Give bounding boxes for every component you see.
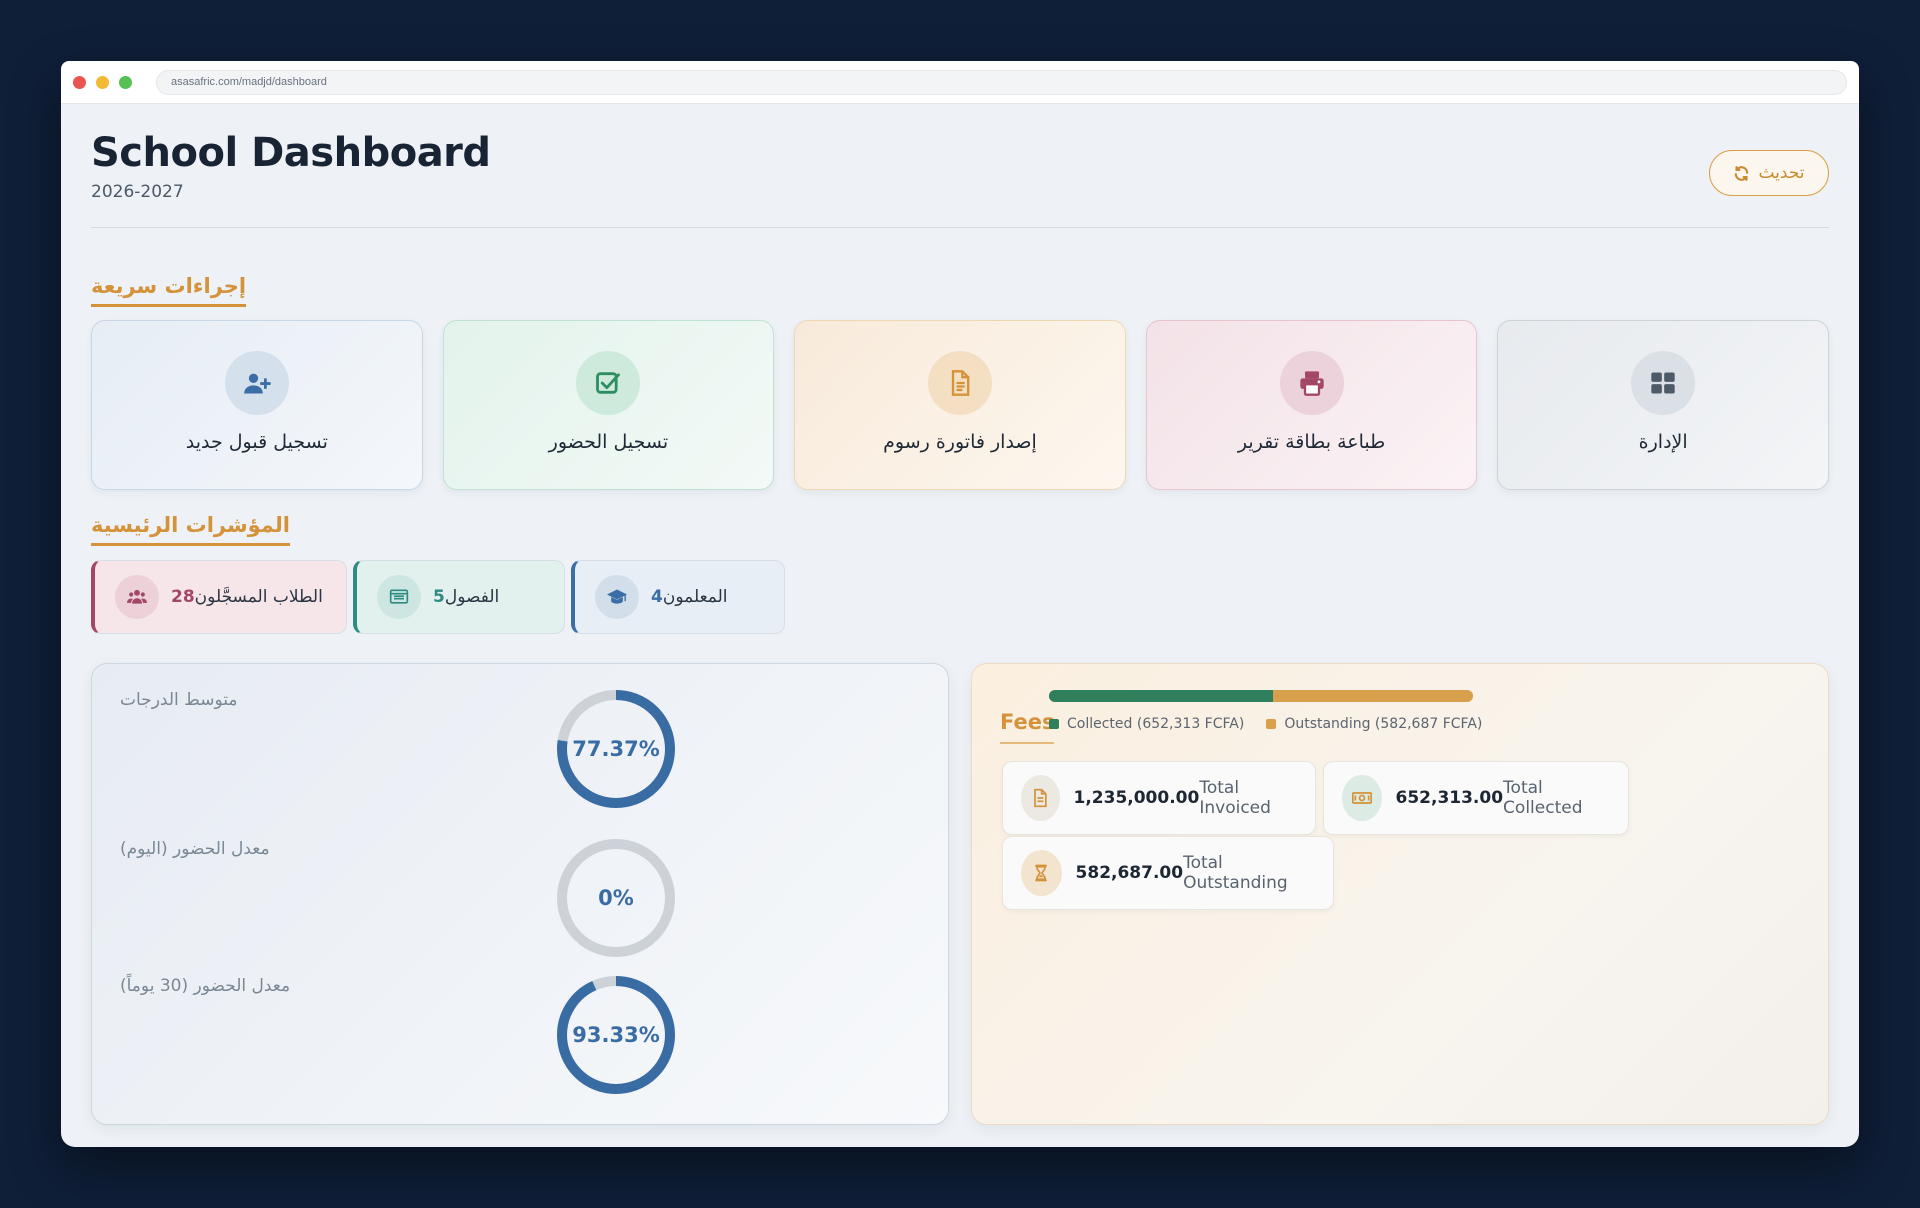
issue-fee-invoice-action[interactable]: إصدار فاتورة رسوم xyxy=(794,320,1126,490)
maximize-window-button[interactable] xyxy=(119,75,132,89)
user-plus-icon xyxy=(243,373,271,394)
legend-label: Collected (652,313 FCFA) xyxy=(1067,716,1245,732)
kpi-classes[interactable]: 5 الفصول xyxy=(353,560,565,634)
fee-value: 1,235,000.00 xyxy=(1073,788,1200,808)
legend-swatch xyxy=(1049,719,1059,729)
kpi-value: 5 xyxy=(433,587,445,607)
minimize-window-button[interactable] xyxy=(96,75,109,89)
grid-icon xyxy=(1651,372,1675,394)
quick-actions-title: إجراءات سريعة xyxy=(91,274,247,307)
refresh-icon xyxy=(1735,165,1749,181)
quick-actions: تسجيل قبول جديد تسجيل الحضور إصدار فاتور… xyxy=(91,320,1829,490)
classroom-icon xyxy=(389,589,409,604)
print-report-card-action[interactable]: طباعة بطاقة تقرير xyxy=(1145,320,1478,490)
attendance-today-gauge: 0% xyxy=(555,837,677,959)
total-invoiced-card[interactable]: 1,235,000.00 Total Invoiced xyxy=(1002,761,1316,835)
browser-window: asasafric.com/madjd/dashboard School Das… xyxy=(61,61,1859,1147)
action-label: تسجيل قبول جديد xyxy=(185,431,328,453)
page-header: School Dashboard 2026-2027 تحديث xyxy=(91,126,1829,228)
hourglass-icon xyxy=(1035,864,1048,882)
document-icon xyxy=(1034,788,1047,808)
gauge-value: 93.33% xyxy=(572,1023,660,1047)
fee-label: Total Outstanding xyxy=(1183,853,1288,893)
legend-label: Outstanding (582,687 FCFA) xyxy=(1284,716,1483,732)
close-window-button[interactable] xyxy=(73,75,86,89)
gauge-value: 0% xyxy=(598,886,634,910)
page-title: School Dashboard xyxy=(91,130,491,176)
new-admission-action[interactable]: تسجيل قبول جديد xyxy=(91,320,423,490)
fee-value: 582,687.00 xyxy=(1075,863,1184,883)
kpi-enrolled-students[interactable]: 28 الطلاب المسجَّلون xyxy=(91,560,347,634)
key-indicators-title: المؤشرات الرئيسية xyxy=(91,513,290,546)
action-label: الإدارة xyxy=(1638,431,1688,453)
attendance-today-label: معدل الحضور (اليوم) xyxy=(120,839,270,859)
legend-collected: Collected (652,313 FCFA) xyxy=(1049,716,1244,732)
legend-outstanding: Outstanding (582,687 FCFA) xyxy=(1266,716,1482,732)
users-icon xyxy=(127,589,147,604)
fee-label: Total Collected xyxy=(1503,778,1583,818)
dashboard-page: School Dashboard 2026-2027 تحديث إجراءات… xyxy=(61,104,1859,1147)
action-label: تسجيل الحضور xyxy=(548,431,669,453)
fees-progress-bar xyxy=(1049,690,1473,702)
kpi-label: الطلاب المسجَّلون xyxy=(194,587,323,607)
total-outstanding-card[interactable]: 582,687.00 Total Outstanding xyxy=(1002,836,1334,910)
record-attendance-action[interactable]: تسجيل الحضور xyxy=(442,320,775,490)
kpi-label: الفصول xyxy=(444,587,500,607)
administration-action[interactable]: الإدارة xyxy=(1497,320,1829,490)
kpi-label: المعلمون xyxy=(662,587,728,607)
outstanding-segment xyxy=(1272,690,1473,702)
printer-icon xyxy=(1299,371,1324,396)
collected-segment xyxy=(1049,690,1273,702)
address-bar[interactable]: asasafric.com/madjd/dashboard xyxy=(156,69,1847,95)
total-collected-card[interactable]: 652,313.00 Total Collected xyxy=(1323,761,1629,835)
fees-panel: Fees Collected (652,313 FCFA) Outstandin… xyxy=(971,663,1829,1125)
fees-legend: Collected (652,313 FCFA) Outstanding (58… xyxy=(1049,716,1482,732)
banknote-icon xyxy=(1351,792,1372,804)
average-grades-gauge: 77.37% xyxy=(555,688,677,810)
performance-panel: متوسط الدرجات 77.37% معدل الحضور (اليوم)… xyxy=(91,663,949,1125)
action-label: طباعة بطاقة تقرير xyxy=(1237,431,1386,453)
browser-toolbar: asasafric.com/madjd/dashboard xyxy=(61,61,1859,104)
file-invoice-icon xyxy=(951,370,970,396)
kpi-teachers[interactable]: 4 المعلمون xyxy=(571,560,785,634)
kpi-value: 4 xyxy=(651,587,663,607)
fees-title: Fees xyxy=(1000,710,1055,744)
fee-value: 652,313.00 xyxy=(1395,788,1504,808)
refresh-label: تحديث xyxy=(1758,163,1805,183)
gauge-value: 77.37% xyxy=(572,737,660,761)
key-indicators: 28 الطلاب المسجَّلون 5 الفصول 4 المعلمون xyxy=(91,560,785,634)
average-grades-label: متوسط الدرجات xyxy=(120,690,238,710)
check-square-icon xyxy=(596,372,621,394)
kpi-value: 28 xyxy=(171,587,195,607)
legend-swatch xyxy=(1266,719,1277,729)
fee-label: Total Invoiced xyxy=(1199,778,1271,818)
action-label: إصدار فاتورة رسوم xyxy=(883,431,1037,453)
refresh-button[interactable]: تحديث xyxy=(1709,150,1829,196)
attendance-30-days-label: معدل الحضور (30 يوماً) xyxy=(120,976,291,996)
graduation-cap-icon xyxy=(607,589,627,604)
attendance-30-days-gauge: 93.33% xyxy=(555,974,677,1096)
academic-year: 2026-2027 xyxy=(91,182,184,202)
